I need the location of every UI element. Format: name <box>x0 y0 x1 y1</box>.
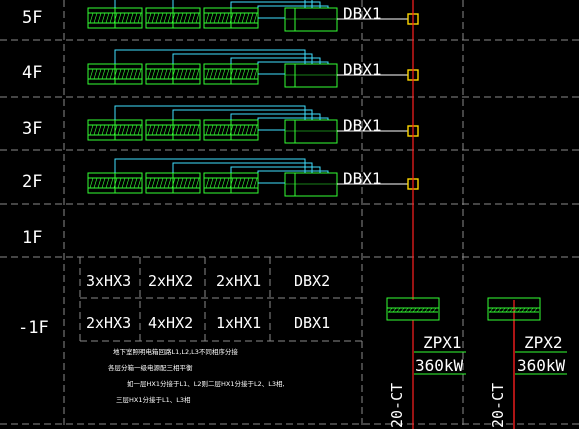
hx-box <box>203 7 259 29</box>
floor-label: 1F <box>22 228 42 248</box>
dbx-label: DBX1 <box>343 116 382 135</box>
floor-labels: 5F 4F 3F 2F 1F -1F <box>18 8 49 338</box>
floor-label: 2F <box>22 172 42 192</box>
floor-label: -1F <box>18 318 49 338</box>
dbx-box <box>284 7 338 32</box>
panel-zpx1: ZPX1 360kW 20-CT <box>386 297 466 428</box>
hx-box <box>87 119 143 141</box>
floor-row: DBX1 <box>87 49 419 88</box>
panel-hatch <box>388 307 437 313</box>
feeder-wires <box>114 0 329 19</box>
hx-box <box>145 172 201 194</box>
hx-box <box>87 63 143 85</box>
table-cell: 4xHX2 <box>148 314 193 332</box>
note-line: 各层分箱一级电源配三相平衡 <box>108 363 193 372</box>
feeder-wires <box>114 49 329 75</box>
floor-row: DBX1 <box>87 0 419 32</box>
table-cell: 2xHX3 <box>86 314 131 332</box>
feeder-wires <box>114 158 329 184</box>
floor-equipment: DBX1 DBX1 DBX1 DBX1 <box>87 0 419 197</box>
hx-box <box>87 7 143 29</box>
panel-zpx2: ZPX2 360kW 20-CT <box>487 297 567 428</box>
table-cell: 2xHX2 <box>148 272 193 290</box>
dbx-label: DBX1 <box>343 60 382 79</box>
table-cell: 1xHX1 <box>216 314 261 332</box>
table-cell: 3xHX3 <box>86 272 131 290</box>
dbx-box <box>284 63 338 88</box>
dbx-box <box>284 172 338 197</box>
table-cell: 2xHX1 <box>216 272 261 290</box>
floor-row: DBX1 <box>87 105 419 144</box>
floor-label: 5F <box>22 8 42 28</box>
riser-diagram: 5F 4F 3F 2F 1F -1F DBX1 DBX1 DBX1 DBX1 3xHX… <box>0 0 579 429</box>
table-cell: DBX2 <box>294 272 330 290</box>
hx-box <box>203 172 259 194</box>
summary-table: 3xHX3 2xHX2 2xHX1 DBX2 2xHX3 4xHX2 1xHX1… <box>86 272 330 332</box>
hx-box <box>145 63 201 85</box>
panel-name: ZPX1 <box>423 333 462 352</box>
panel-cable: 20-CT <box>489 383 507 428</box>
note-line: 如一层HX1分接于L1、L2则二层HX1分接于L2、L3相, <box>127 379 285 388</box>
feeder-wires <box>114 105 329 131</box>
dbx-box <box>284 119 338 144</box>
hx-box <box>203 63 259 85</box>
panel-cable: 20-CT <box>388 383 406 428</box>
dbx-label: DBX1 <box>343 169 382 188</box>
note-line: 地下室照明电箱回路L1,L2,L3不同相序分接 <box>113 347 238 356</box>
dbx-label: DBX1 <box>343 4 382 23</box>
table-cell: DBX1 <box>294 314 330 332</box>
note-line: 三层HX1分接于L1、L3相 <box>116 395 191 404</box>
panel-name: ZPX2 <box>524 333 563 352</box>
panel-power: 360kW <box>517 356 566 375</box>
floor-row: DBX1 <box>87 158 419 197</box>
hx-box <box>87 172 143 194</box>
floor-label: 4F <box>22 63 42 83</box>
hx-box <box>203 119 259 141</box>
floor-label: 3F <box>22 119 42 139</box>
hx-box <box>145 7 201 29</box>
hx-box <box>145 119 201 141</box>
design-notes: 地下室照明电箱回路L1,L2,L3不同相序分接 各层分箱一级电源配三相平衡 如一… <box>108 347 285 404</box>
panel-power: 360kW <box>415 356 464 375</box>
